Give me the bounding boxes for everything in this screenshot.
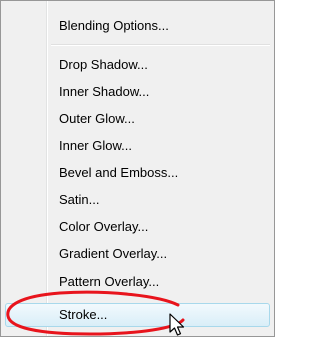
menu-item-outer-glow[interactable]: Outer Glow...	[59, 108, 135, 130]
menu-item-inner-glow[interactable]: Inner Glow...	[59, 135, 132, 157]
mouse-pointer-icon	[169, 313, 185, 336]
context-menu: Blending Options... Drop Shadow... Inner…	[0, 0, 275, 337]
menu-item-satin[interactable]: Satin...	[59, 189, 99, 211]
menu-item-gradient-overlay[interactable]: Gradient Overlay...	[59, 243, 167, 265]
gutter-divider	[47, 1, 48, 336]
menu-item-bevel-and-emboss[interactable]: Bevel and Emboss...	[59, 162, 178, 184]
menu-item-highlight	[5, 303, 270, 327]
menu-separator	[51, 44, 270, 46]
menu-item-color-overlay[interactable]: Color Overlay...	[59, 216, 148, 238]
menu-item-stroke[interactable]: Stroke...	[59, 304, 107, 326]
menu-item-drop-shadow[interactable]: Drop Shadow...	[59, 54, 148, 76]
menu-icon-gutter	[1, 1, 47, 336]
menu-item-pattern-overlay[interactable]: Pattern Overlay...	[59, 271, 159, 293]
menu-item-blending-options[interactable]: Blending Options...	[59, 15, 169, 37]
menu-item-inner-shadow[interactable]: Inner Shadow...	[59, 81, 149, 103]
